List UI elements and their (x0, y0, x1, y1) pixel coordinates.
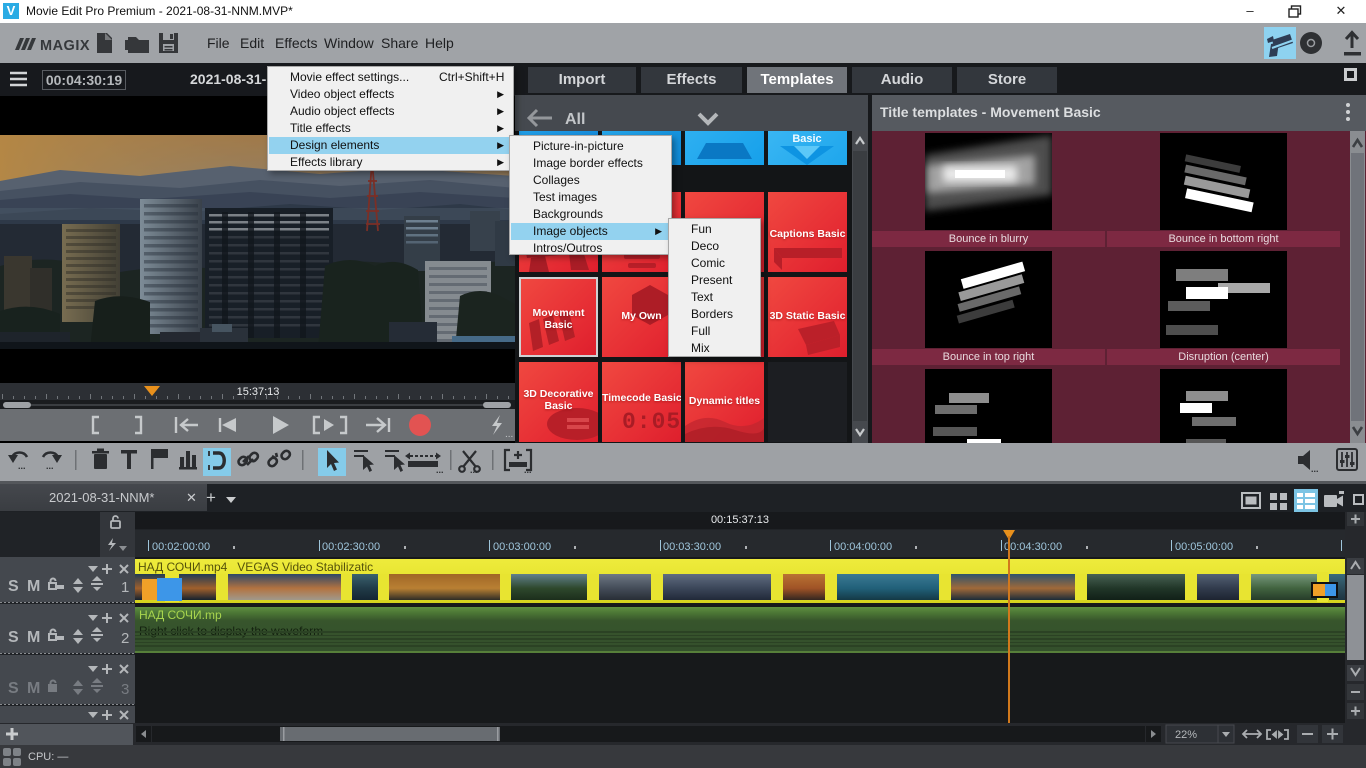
svg-text:00:03:30:00: 00:03:30:00 (663, 541, 721, 553)
svg-text:22%: 22% (1175, 729, 1197, 741)
svg-text:M: M (27, 578, 40, 595)
svg-text:...: ... (1311, 464, 1319, 474)
svg-text:S: S (8, 629, 19, 646)
svg-text:00:04:30:00: 00:04:30:00 (1004, 541, 1062, 553)
svg-text:M: M (27, 629, 40, 646)
svg-text:MAGIX: MAGIX (40, 38, 90, 53)
svg-text:00:04:00:00: 00:04:00:00 (834, 541, 892, 553)
svg-text:M: M (27, 680, 40, 697)
svg-text:S: S (8, 578, 19, 595)
svg-text:Basic: Basic (792, 133, 821, 145)
svg-text:...: ... (505, 429, 513, 440)
svg-text:All: All (565, 111, 585, 128)
svg-text:...: ... (46, 461, 54, 471)
svg-text:00:05:00:00: 00:05:00:00 (1175, 541, 1233, 553)
svg-text:15:37:13: 15:37:13 (237, 386, 280, 398)
svg-text:00:02:00:00: 00:02:00:00 (152, 541, 210, 553)
svg-text:...: ... (524, 465, 532, 475)
svg-text:2: 2 (121, 630, 129, 647)
svg-text:00:02:30:00: 00:02:30:00 (322, 541, 380, 553)
svg-text:S: S (8, 680, 19, 697)
svg-text:00:03:00:00: 00:03:00:00 (493, 541, 551, 553)
svg-text:...: ... (18, 461, 26, 471)
svg-text:...: ... (470, 465, 478, 475)
svg-text:3: 3 (121, 681, 129, 698)
svg-text:1: 1 (121, 579, 129, 596)
svg-text:...: ... (436, 465, 444, 475)
